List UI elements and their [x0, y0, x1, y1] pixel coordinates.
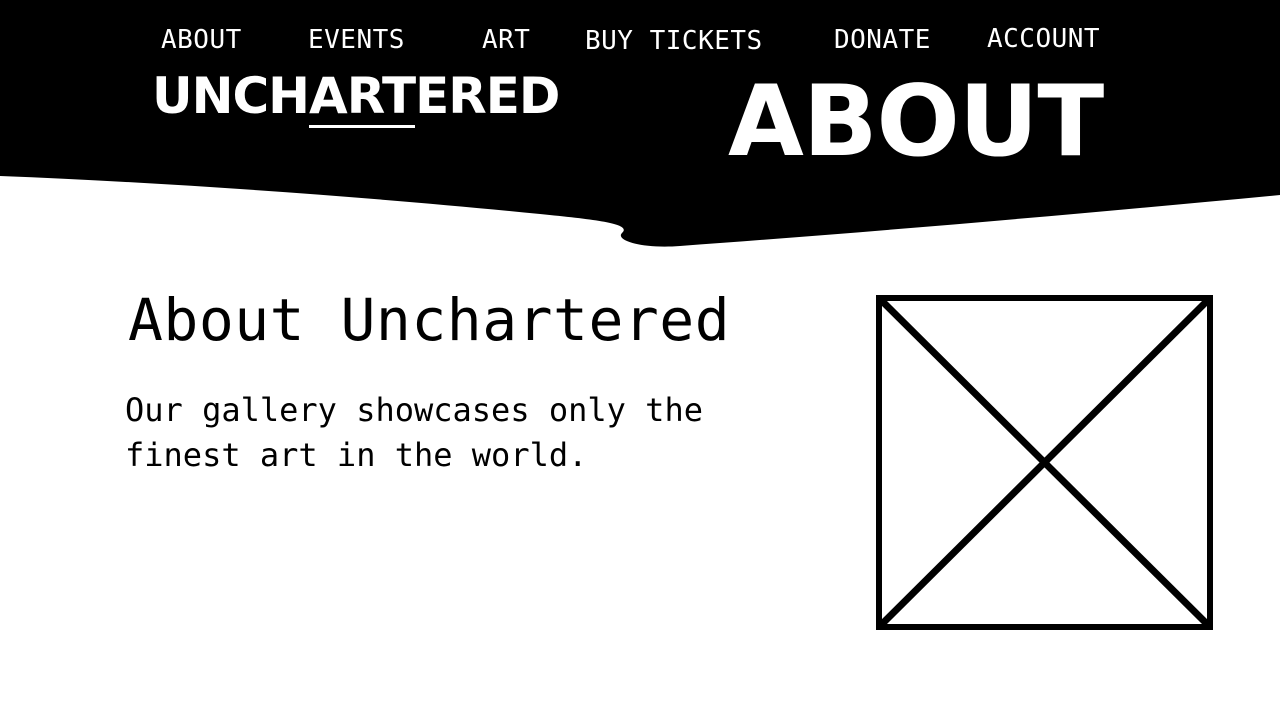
site-logo[interactable]: UNCHARTERED [152, 66, 560, 128]
nav-item-account[interactable]: ACCOUNT [987, 21, 1100, 57]
image-placeholder-icon [876, 295, 1213, 630]
hero-title: ABOUT [728, 65, 1104, 179]
logo-prefix: UNCH [152, 67, 310, 125]
main-nav: ABOUT EVENTS ART BUY TICKETS DONATE ACCO… [0, 20, 1280, 56]
nav-item-events[interactable]: EVENTS [308, 22, 405, 58]
logo-accent: ART [309, 67, 416, 128]
nav-item-buy-tickets[interactable]: BUY TICKETS [585, 23, 763, 59]
nav-item-art[interactable]: ART [482, 22, 530, 58]
page: ABOUT EVENTS ART BUY TICKETS DONATE ACCO… [0, 0, 1280, 720]
about-description: Our gallery showcases only the finest ar… [125, 391, 703, 474]
nav-item-about[interactable]: ABOUT [161, 22, 242, 58]
page-title: About Unchartered [128, 286, 731, 354]
logo-suffix: ERED [415, 67, 560, 125]
nav-item-donate[interactable]: DONATE [834, 22, 931, 58]
